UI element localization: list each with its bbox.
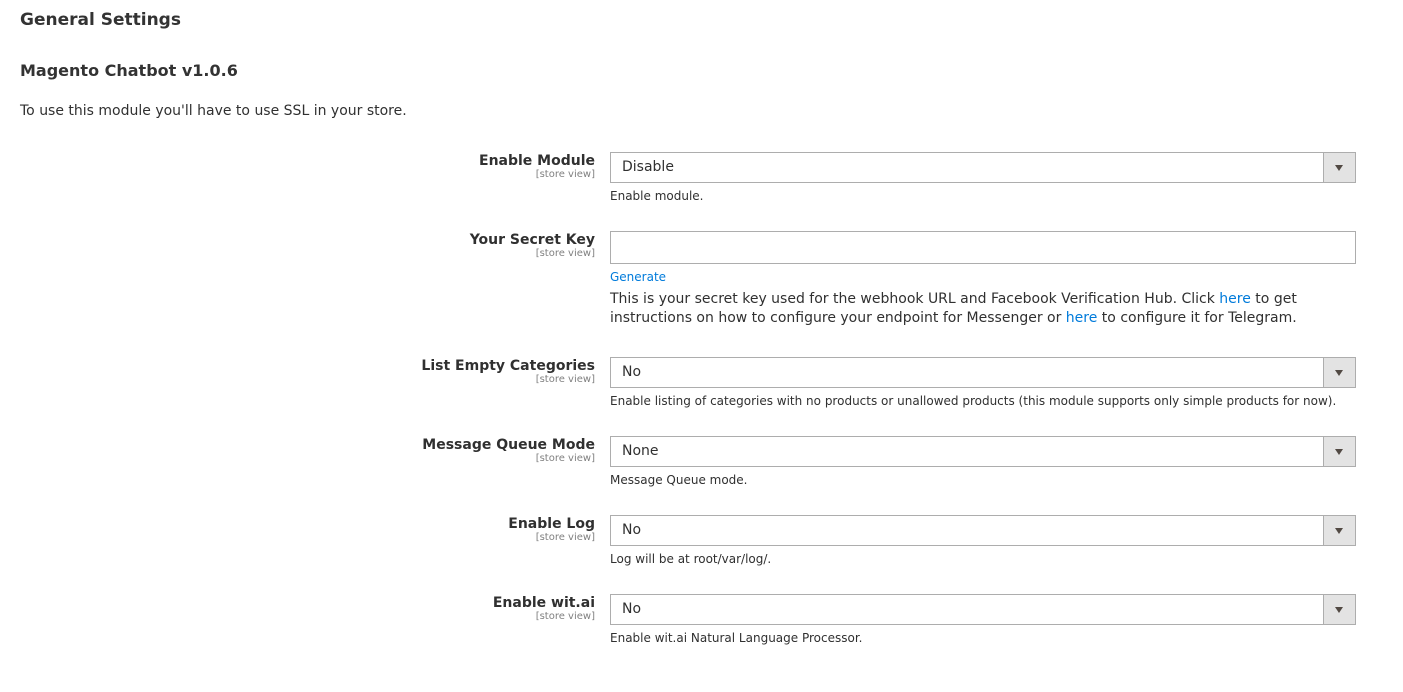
label-col: Enable wit.ai [store view] (493, 595, 595, 622)
scope-label: [store view] (535, 532, 595, 543)
messenger-instructions-link[interactable]: here (1219, 291, 1251, 307)
select-button[interactable] (1323, 153, 1355, 182)
label-col: Enable Log [store view] (508, 516, 595, 543)
field-note: Enable wit.ai Natural Language Processor… (610, 631, 863, 645)
field-note: Message Queue mode. (610, 473, 748, 487)
field-label: Message Queue Mode (422, 437, 595, 453)
secret-key-comment: This is your secret key used for the web… (610, 290, 1356, 328)
enable-witai-select[interactable]: No (610, 594, 1356, 625)
select-value: No (622, 601, 642, 617)
select-button[interactable] (1323, 358, 1355, 387)
select-value: None (622, 443, 659, 459)
secret-key-input[interactable] (610, 231, 1356, 264)
field-note: Log will be at root/var/log/. (610, 552, 772, 566)
field-note: Enable module. (610, 189, 704, 203)
field-label: Enable Log (508, 516, 595, 532)
label-col: Message Queue Mode [store view] (422, 437, 595, 464)
generate-link[interactable]: Generate (610, 270, 666, 284)
chevron-down-icon (1335, 528, 1343, 534)
chevron-down-icon (1335, 449, 1343, 455)
group-intro: To use this module you'll have to use SS… (20, 103, 407, 119)
select-button[interactable] (1323, 595, 1355, 624)
chevron-down-icon (1335, 607, 1343, 613)
enable-log-select[interactable]: No (610, 515, 1356, 546)
select-value: Disable (622, 159, 674, 175)
field-note: Enable listing of categories with no pro… (610, 394, 1337, 408)
select-value: No (622, 522, 642, 538)
group-title: Magento Chatbot v1.0.6 (20, 61, 238, 80)
list-empty-categories-select[interactable]: No (610, 357, 1356, 388)
scope-label: [store view] (535, 453, 595, 464)
telegram-instructions-link[interactable]: here (1066, 310, 1098, 326)
scope-label: [store view] (535, 248, 595, 259)
field-label: Enable wit.ai (492, 595, 595, 611)
section-title[interactable]: General Settings (20, 10, 181, 30)
comment-text: This is your secret key used for the web… (610, 291, 1220, 307)
scope-label: [store view] (535, 169, 595, 180)
select-button[interactable] (1323, 437, 1355, 466)
field-label: Your Secret Key (469, 232, 595, 248)
label-col: List Empty Categories [store view] (421, 358, 595, 385)
scope-label: [store view] (535, 611, 595, 622)
message-queue-mode-select[interactable]: None (610, 436, 1356, 467)
scope-label: [store view] (535, 374, 595, 385)
chevron-down-icon (1335, 165, 1343, 171)
select-button[interactable] (1323, 516, 1355, 545)
comment-text: to configure it for Telegram. (1097, 310, 1297, 326)
select-value: No (622, 364, 642, 380)
enable-module-select[interactable]: Disable (610, 152, 1356, 183)
label-col: Enable Module [store view] (479, 153, 595, 180)
field-label: List Empty Categories (421, 358, 595, 374)
label-col: Your Secret Key [store view] (470, 232, 595, 259)
chevron-down-icon (1335, 370, 1343, 376)
field-label: Enable Module (479, 153, 595, 169)
